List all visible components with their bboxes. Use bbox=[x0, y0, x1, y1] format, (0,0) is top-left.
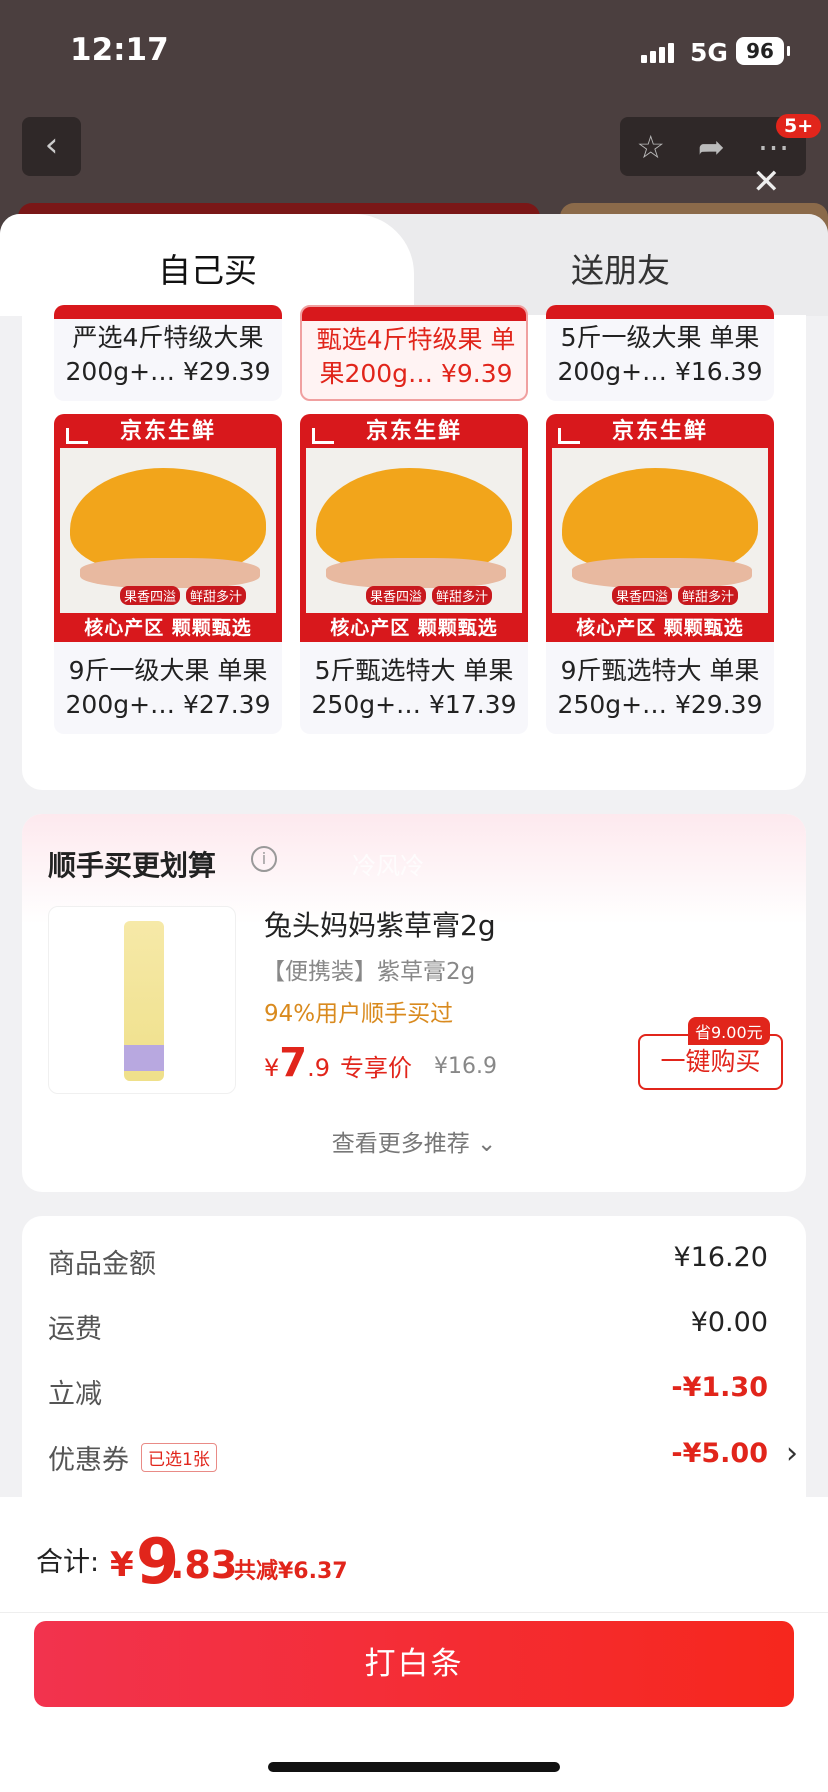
summary-row: 立减 -¥1.30 bbox=[48, 1372, 768, 1410]
total-label: 合计: bbox=[36, 1547, 100, 1578]
bundle-recommend: 顺手买更划算 i 冷风冷 兔头妈妈紫草膏2g 【便携装】紫草膏2g 94%用户顺… bbox=[22, 814, 806, 1192]
tag: 鲜甜多汁 bbox=[432, 586, 493, 605]
sku-price: 250g+… ¥17.39 bbox=[311, 690, 517, 719]
product-image: 京东生鲜 果香四溢 鲜甜多汁 核心产区 颗颗甄选 bbox=[546, 414, 774, 642]
watermark: 冷风冷 bbox=[352, 852, 424, 880]
sku-title: 9斤甄选特大 单果 bbox=[560, 656, 760, 685]
close-icon[interactable]: ✕ bbox=[752, 162, 781, 202]
status-bar: 12:17 5G 96 bbox=[0, 0, 828, 100]
sku-card[interactable]: 京东生鲜 果香四溢 鲜甜多汁 核心产区 颗颗甄选 9斤一级大果 单果 200g+…… bbox=[54, 414, 282, 734]
summary-row: 运费 ¥0.00 bbox=[48, 1307, 768, 1345]
summary-row: 商品金额 ¥16.20 bbox=[48, 1242, 768, 1280]
sku-grid: 严选4斤特级大果 200g+… ¥29.39 甄选4斤特级果 单 果200g… … bbox=[22, 305, 806, 790]
sku-title: 5斤甄选特大 单果 bbox=[314, 656, 514, 685]
brand-label: 京东生鲜 bbox=[611, 419, 708, 444]
product-image: 京东生鲜 果香四溢 鲜甜多汁 核心产区 颗颗甄选 bbox=[300, 414, 528, 642]
tab-self-buy[interactable]: 自己买 bbox=[158, 244, 257, 292]
sku-card[interactable]: 京东生鲜 果香四溢 鲜甜多汁 核心产区 颗颗甄选 5斤甄选特大 单果 250g+…… bbox=[300, 414, 528, 734]
bundle-product-spec: 【便携装】紫草膏2g bbox=[262, 959, 476, 985]
star-icon[interactable]: ☆ bbox=[636, 128, 665, 166]
total-dec: .83 bbox=[170, 1543, 238, 1587]
sku-card[interactable]: 严选4斤特级大果 200g+… ¥29.39 bbox=[54, 305, 282, 401]
more-recommend-link[interactable]: 查看更多推荐 ⌄ bbox=[22, 1124, 806, 1158]
origin-band: 核心产区 颗颗甄选 bbox=[576, 617, 744, 639]
message-badge: 5+ bbox=[776, 114, 822, 138]
origin-band: 核心产区 颗颗甄选 bbox=[84, 617, 252, 639]
sku-title: 甄选4斤特级果 单 bbox=[316, 325, 516, 354]
expand-icon bbox=[66, 428, 88, 444]
checkout-footer: 合计: ¥ 9 .83 共减¥6.37 打白条 bbox=[0, 1497, 828, 1792]
tag: 鲜甜多汁 bbox=[678, 586, 739, 605]
save-badge: 省9.00元 bbox=[688, 1017, 770, 1045]
tab-bar: 自己买 送朋友 bbox=[0, 214, 828, 316]
bundle-price: ¥7.9 专享价 bbox=[264, 1040, 413, 1086]
tag: 果香四溢 bbox=[612, 586, 673, 605]
expand-icon bbox=[558, 428, 580, 444]
sku-price: 200g+… ¥16.39 bbox=[557, 357, 763, 386]
tag: 果香四溢 bbox=[120, 586, 181, 605]
bundle-title: 顺手买更划算 bbox=[48, 849, 217, 882]
expand-icon bbox=[312, 428, 334, 444]
sku-title: 5斤一级大果 单果 bbox=[560, 323, 760, 352]
back-button[interactable]: ‹ bbox=[22, 117, 81, 176]
info-icon[interactable]: i bbox=[251, 846, 277, 872]
coupon-badge: 已选1张 bbox=[141, 1443, 217, 1472]
product-image: 京东生鲜 果香四溢 鲜甜多汁 核心产区 颗颗甄选 bbox=[54, 414, 282, 642]
share-icon[interactable]: ➦ bbox=[698, 128, 725, 166]
bundle-product-name[interactable]: 兔头妈妈紫草膏2g bbox=[264, 904, 496, 944]
tag: 鲜甜多汁 bbox=[186, 586, 247, 605]
tab-gift[interactable]: 送朋友 bbox=[571, 244, 670, 292]
sku-title: 严选4斤特级大果 bbox=[72, 323, 264, 352]
bundle-product-image[interactable] bbox=[48, 906, 236, 1094]
network-label: 5G bbox=[690, 38, 728, 67]
sku-card[interactable]: 京东生鲜 果香四溢 鲜甜多汁 核心产区 颗颗甄选 9斤甄选特大 单果 250g+…… bbox=[546, 414, 774, 734]
sku-price: 果200g… ¥9.39 bbox=[319, 359, 513, 388]
pay-button[interactable]: 打白条 bbox=[34, 1621, 794, 1707]
origin-band: 核心产区 颗颗甄选 bbox=[330, 617, 498, 639]
tag: 果香四溢 bbox=[366, 586, 427, 605]
status-time: 12:17 bbox=[70, 32, 169, 68]
brand-label: 京东生鲜 bbox=[119, 419, 216, 444]
battery-icon: 96 bbox=[736, 37, 790, 65]
coupon-row[interactable]: 优惠券 已选1张 -¥5.00 › bbox=[48, 1436, 798, 1478]
brand-label: 京东生鲜 bbox=[365, 419, 462, 444]
home-indicator bbox=[268, 1762, 560, 1772]
sku-title: 9斤一级大果 单果 bbox=[68, 656, 268, 685]
sku-card-selected[interactable]: 甄选4斤特级果 单 果200g… ¥9.39 bbox=[300, 305, 528, 401]
chevron-right-icon: › bbox=[786, 1436, 798, 1471]
total-symbol: ¥ bbox=[110, 1545, 134, 1585]
total-saved: 共减¥6.37 bbox=[234, 1559, 348, 1584]
sku-price: 200g+… ¥29.39 bbox=[65, 357, 271, 386]
sku-price: 250g+… ¥29.39 bbox=[557, 690, 763, 719]
signal-icon bbox=[641, 43, 674, 63]
sku-card[interactable]: 5斤一级大果 单果 200g+… ¥16.39 bbox=[546, 305, 774, 401]
bundle-buy-rate: 94%用户顺手买过 bbox=[264, 1001, 454, 1027]
sku-price: 200g+… ¥27.39 bbox=[65, 690, 271, 719]
bundle-old-price: ¥16.9 bbox=[434, 1054, 497, 1079]
